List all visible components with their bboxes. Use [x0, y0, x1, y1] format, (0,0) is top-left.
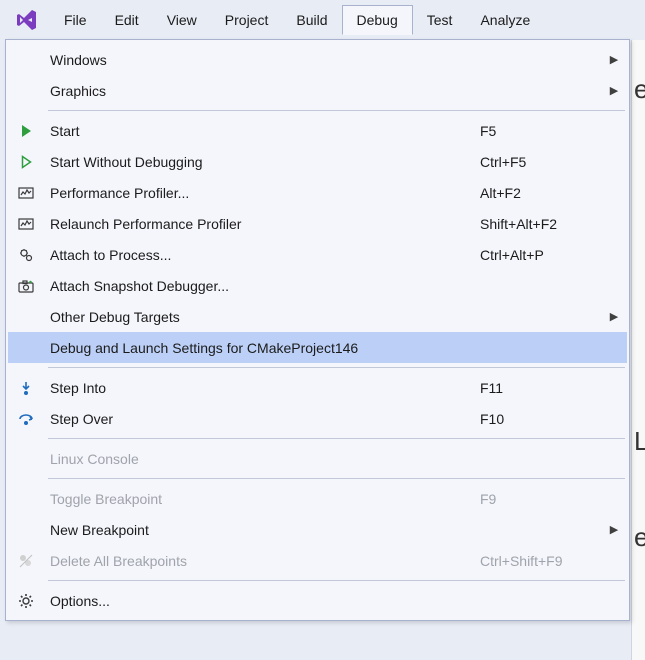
menuitem-toggle-breakpoint: Toggle BreakpointF9 [8, 483, 627, 514]
menu-analyze[interactable]: Analyze [466, 6, 544, 34]
debug-dropdown-menu: Windows▶Graphics▶StartF5Start Without De… [5, 39, 630, 621]
menuitem-attach-to-process[interactable]: Attach to Process...Ctrl+Alt+P [8, 239, 627, 270]
perf-profiler-icon [12, 212, 40, 236]
menu-test[interactable]: Test [413, 6, 467, 34]
menuitem-label: Other Debug Targets [50, 309, 480, 325]
menuitem-start[interactable]: StartF5 [8, 115, 627, 146]
background-glyph: e [634, 74, 645, 100]
menubar: FileEditViewProjectBuildDebugTestAnalyze [0, 0, 645, 40]
menuitem-step-over[interactable]: Step OverF10 [8, 403, 627, 434]
menu-file[interactable]: File [50, 6, 101, 34]
blank-icon [12, 487, 40, 511]
blank-icon [12, 79, 40, 103]
submenu-arrow-icon: ▶ [605, 310, 623, 323]
menuitem-shortcut: Ctrl+F5 [480, 154, 605, 170]
menu-debug[interactable]: Debug [342, 5, 413, 35]
submenu-arrow-icon: ▶ [605, 53, 623, 66]
menu-separator [48, 110, 625, 111]
step-over-icon [12, 407, 40, 431]
background-glyph: L [634, 426, 645, 452]
blank-icon [12, 336, 40, 360]
menuitem-attach-snapshot-debugger[interactable]: Attach Snapshot Debugger... [8, 270, 627, 301]
background-glyph: e [634, 522, 645, 548]
menu-edit[interactable]: Edit [101, 6, 153, 34]
background-glyph [634, 266, 645, 292]
menu-project[interactable]: Project [211, 6, 283, 34]
background-glyph [634, 330, 645, 356]
delete-bp-disabled-icon [12, 549, 40, 573]
menuitem-label: Step Into [50, 380, 480, 396]
menu-separator [48, 438, 625, 439]
background-glyph [634, 362, 645, 388]
menuitem-graphics[interactable]: Graphics ▶ [8, 75, 627, 106]
menuitem-shortcut: Shift+Alt+F2 [480, 216, 605, 232]
background-glyph [634, 490, 645, 516]
menuitem-linux-console: Linux Console [8, 443, 627, 474]
menuitem-label: Start [50, 123, 480, 139]
menuitem-shortcut: F10 [480, 411, 605, 427]
submenu-arrow-icon: ▶ [605, 523, 623, 536]
blank-icon [12, 305, 40, 329]
menu-separator [48, 478, 625, 479]
menuitem-windows[interactable]: Windows ▶ [8, 44, 627, 75]
background-editor-edge: e Le [631, 40, 645, 660]
menuitem-performance-profiler[interactable]: Performance Profiler...Alt+F2 [8, 177, 627, 208]
blank-icon [12, 518, 40, 542]
menuitem-other-debug-targets[interactable]: Other Debug Targets ▶ [8, 301, 627, 332]
menuitem-shortcut: Ctrl+Shift+F9 [480, 553, 605, 569]
camera-icon [12, 274, 40, 298]
menuitem-delete-all-breakpoints: Delete All BreakpointsCtrl+Shift+F9 [8, 545, 627, 576]
background-glyph [634, 458, 645, 484]
menu-build[interactable]: Build [282, 6, 341, 34]
menuitem-shortcut: Alt+F2 [480, 185, 605, 201]
background-glyph [634, 106, 645, 132]
submenu-arrow-icon: ▶ [605, 84, 623, 97]
menuitem-label: Debug and Launch Settings for CMakeProje… [50, 340, 480, 356]
menuitem-label: Toggle Breakpoint [50, 491, 480, 507]
background-glyph [634, 170, 645, 196]
play-outline-icon [12, 150, 40, 174]
blank-icon [12, 48, 40, 72]
menuitem-start-without-debugging[interactable]: Start Without DebuggingCtrl+F5 [8, 146, 627, 177]
menuitem-label: Delete All Breakpoints [50, 553, 480, 569]
background-glyph [634, 202, 645, 228]
background-glyph [634, 234, 645, 260]
menuitem-relaunch-performance-profiler[interactable]: Relaunch Performance ProfilerShift+Alt+F… [8, 208, 627, 239]
menuitem-new-breakpoint[interactable]: New Breakpoint ▶ [8, 514, 627, 545]
step-into-icon [12, 376, 40, 400]
gears-icon [12, 243, 40, 267]
menuitem-label: Windows [50, 52, 480, 68]
menu-separator [48, 580, 625, 581]
menuitem-label: New Breakpoint [50, 522, 480, 538]
perf-profiler-icon [12, 181, 40, 205]
background-glyph [634, 138, 645, 164]
menuitem-shortcut: F5 [480, 123, 605, 139]
menuitem-options[interactable]: Options... [8, 585, 627, 616]
menuitem-label: Attach to Process... [50, 247, 480, 263]
menuitem-shortcut: F11 [480, 380, 605, 396]
menuitem-label: Attach Snapshot Debugger... [50, 278, 480, 294]
menuitem-label: Step Over [50, 411, 480, 427]
blank-icon [12, 447, 40, 471]
menuitem-label: Options... [50, 593, 480, 609]
menuitem-label: Start Without Debugging [50, 154, 480, 170]
menu-separator [48, 367, 625, 368]
menuitem-label: Graphics [50, 83, 480, 99]
background-glyph [634, 394, 645, 420]
menuitem-step-into[interactable]: Step IntoF11 [8, 372, 627, 403]
background-glyph [634, 298, 645, 324]
menuitem-label: Linux Console [50, 451, 480, 467]
menuitem-shortcut: F9 [480, 491, 605, 507]
menu-view[interactable]: View [153, 6, 211, 34]
menuitem-label: Performance Profiler... [50, 185, 480, 201]
play-green-icon [12, 119, 40, 143]
gear-icon [12, 589, 40, 613]
menuitem-debug-and-launch-settings-for-cmakeproject146[interactable]: Debug and Launch Settings for CMakeProje… [8, 332, 627, 363]
menuitem-label: Relaunch Performance Profiler [50, 216, 480, 232]
menuitem-shortcut: Ctrl+Alt+P [480, 247, 605, 263]
vs-logo-icon [12, 5, 42, 35]
